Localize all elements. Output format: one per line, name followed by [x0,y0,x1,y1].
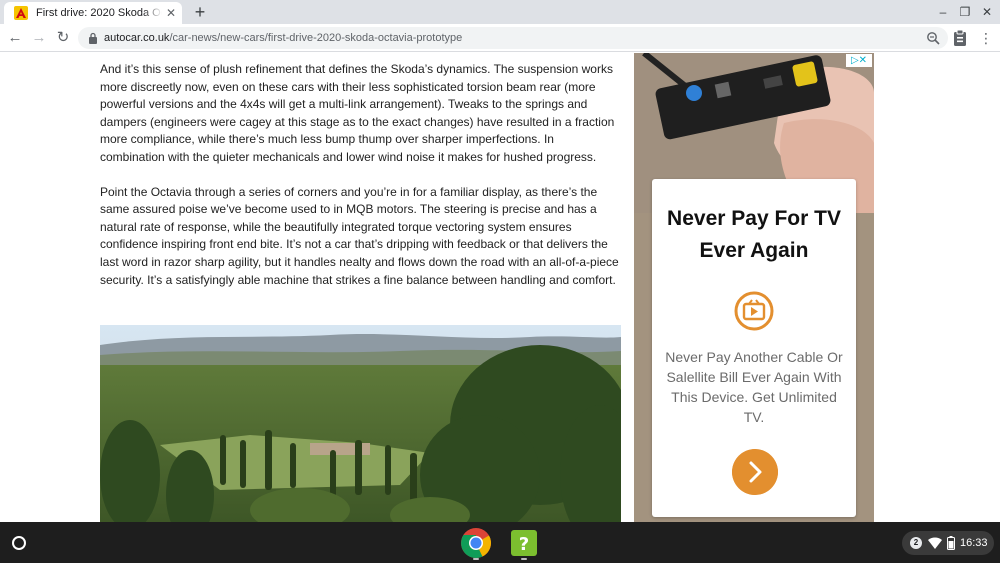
reload-button[interactable]: ↻ [52,27,74,49]
tv-play-logo-icon [734,291,774,331]
status-tray[interactable]: 2 16:33 [902,531,994,555]
launcher-circle-icon[interactable] [8,532,30,554]
tab-title: First drive: 2020 Skoda Octavia p [36,7,162,19]
article-landscape-photo [100,325,621,522]
url-path: /car-news/new-cars/first-drive-2020-skod… [169,32,463,44]
svg-text:?: ? [519,534,529,555]
tab-close-icon[interactable]: ✕ [164,6,178,20]
lock-icon [89,32,97,44]
help-app-running-indicator [521,558,527,560]
chrome-running-indicator [473,558,479,560]
clock-time: 16:33 [960,537,988,549]
chrome-icon[interactable] [460,527,492,559]
article-paragraph: Point the Octavia through a series of co… [100,184,619,287]
clipboard-extension-icon[interactable] [952,29,968,47]
chromeos-shelf: ? 2 16:33 [0,522,1000,563]
tab-strip: First drive: 2020 Skoda Octavia p ✕ + – … [0,0,1000,24]
browser-menu-button[interactable]: ⋮ [978,28,994,48]
ad-body-text: Never Pay Another Cable Or Salellite Bil… [665,349,843,425]
browser-tab[interactable]: First drive: 2020 Skoda Octavia p ✕ [4,2,182,24]
minimize-button[interactable]: – [932,3,954,21]
notification-count-badge[interactable]: 2 [910,537,922,549]
article-paragraph: And it’s this sense of plush refinement … [100,62,615,164]
browser-toolbar: ← → ↻ autocar.co.uk/car-news/new-cars/fi… [0,24,1000,52]
advertisement[interactable]: ▷✕ Never Pay For TV Ever Again Never Pay… [634,53,874,522]
autocar-favicon-icon [14,6,28,20]
help-app-icon[interactable]: ? [508,527,540,559]
back-button[interactable]: ← [4,27,26,49]
zoom-icon[interactable] [926,31,940,45]
forward-button[interactable]: → [28,27,50,49]
web-page: And it’s this sense of plush refinement … [0,53,1000,522]
restore-button[interactable]: ❐ [954,3,976,21]
close-window-button[interactable]: ✕ [976,3,998,21]
ad-headline[interactable]: Never Pay For TV Ever Again [652,203,856,267]
adchoices-icon[interactable]: ▷✕ [846,54,872,67]
battery-icon [947,536,955,550]
url-text[interactable]: autocar.co.uk/car-news/new-cars/first-dr… [104,31,462,45]
address-bar[interactable]: autocar.co.uk/car-news/new-cars/first-dr… [78,27,948,49]
wifi-icon [928,537,942,549]
article-body: And it’s this sense of plush refinement … [100,61,620,306]
new-tab-button[interactable]: + [190,2,210,22]
ad-card[interactable]: Never Pay For TV Ever Again Never Pay An… [652,179,856,517]
url-domain: autocar.co.uk [104,32,170,44]
ad-cta-chevron-right-icon[interactable] [732,449,778,495]
